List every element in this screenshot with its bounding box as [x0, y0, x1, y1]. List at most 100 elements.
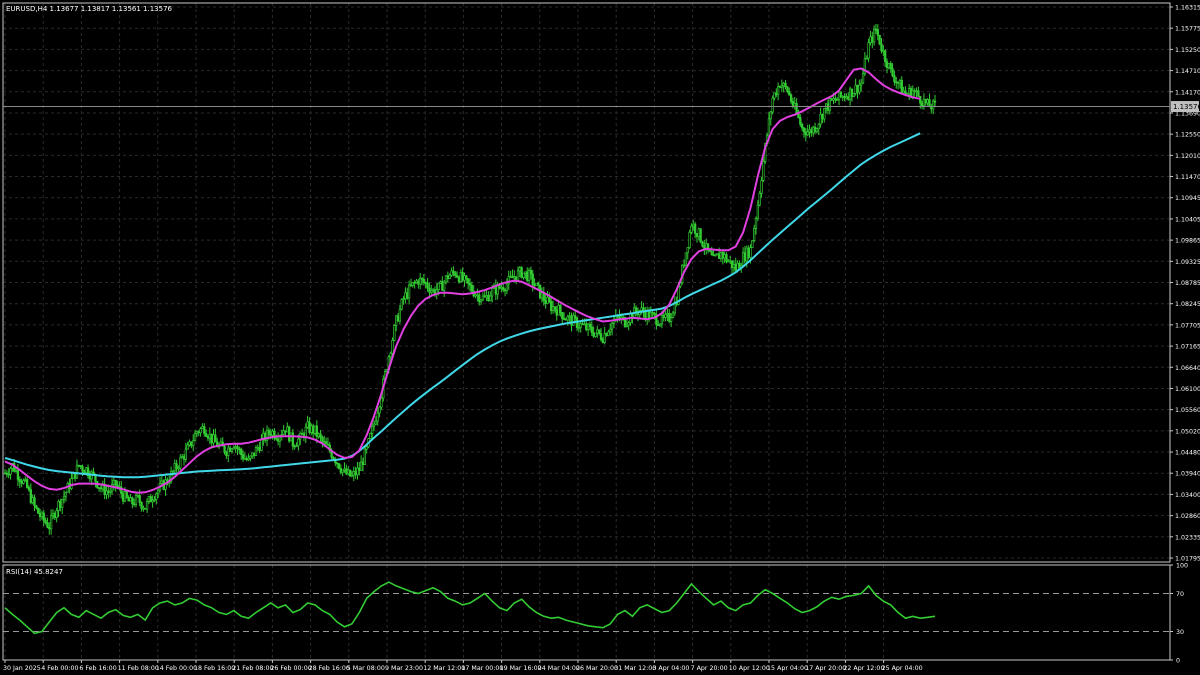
candle-body — [505, 283, 509, 291]
candle-body — [590, 326, 593, 333]
candle-body — [55, 510, 58, 518]
candle-body — [666, 313, 669, 315]
candle-body — [75, 464, 79, 479]
candle-body — [369, 433, 372, 439]
candle-body — [575, 317, 579, 329]
candle-body — [42, 512, 45, 521]
candle-body — [251, 452, 254, 457]
candle-body — [736, 262, 739, 271]
price-tick-label: 1.09325 — [1175, 259, 1200, 266]
candle-body — [51, 513, 55, 516]
candle-body — [511, 275, 514, 279]
candle-body — [70, 478, 73, 489]
candle-body — [352, 471, 355, 476]
candle-body — [544, 300, 547, 304]
candle-body — [788, 91, 791, 96]
candle-body — [38, 513, 42, 518]
candle-body — [509, 275, 512, 278]
candle-body — [889, 63, 892, 69]
candle-body — [452, 270, 455, 274]
candle-body — [271, 430, 274, 436]
candle-body — [62, 495, 66, 500]
candle-body — [747, 247, 750, 258]
candle-body — [773, 92, 776, 99]
candle-body — [850, 88, 854, 98]
candle-body — [572, 315, 575, 326]
candle-body — [227, 447, 230, 456]
candle-body — [555, 309, 558, 316]
candle-body — [123, 491, 127, 502]
candle-body — [717, 253, 721, 259]
candle-body — [249, 455, 252, 459]
candle-body — [880, 43, 883, 52]
candle-body — [917, 90, 920, 97]
price-tick-label: 1.12550 — [1175, 132, 1200, 139]
candle-body — [225, 452, 228, 456]
candle-body — [192, 440, 195, 447]
candle-body — [594, 332, 597, 337]
price-tick-label: 1.09865 — [1175, 238, 1200, 245]
candle-body — [924, 98, 927, 104]
candle-body — [819, 114, 822, 125]
candle-body — [865, 57, 868, 60]
candle-body — [455, 275, 459, 278]
candle-body — [125, 491, 128, 498]
candle-body — [133, 503, 136, 506]
candle-body — [9, 468, 12, 475]
candle-body — [876, 29, 879, 36]
candle-body — [754, 217, 758, 229]
candle-body — [693, 223, 697, 234]
candle-body — [887, 63, 891, 68]
candle-body — [363, 448, 366, 465]
candle-body — [522, 272, 525, 278]
candle-body — [546, 297, 549, 304]
candle-body — [627, 322, 630, 326]
candle-body — [210, 433, 213, 444]
candle-body — [777, 86, 780, 96]
candle-body — [478, 294, 481, 303]
candle-body — [585, 323, 588, 330]
time-tick-label: 24 Mar 04:00 — [538, 665, 580, 672]
candle-body — [490, 287, 494, 297]
candle-body — [882, 50, 885, 52]
candle-body — [607, 331, 610, 337]
candle-body — [29, 489, 32, 504]
candle-body — [559, 304, 562, 313]
candle-body — [252, 452, 256, 457]
candle-body — [513, 276, 516, 279]
candle-body — [769, 111, 772, 120]
time-tick-label: 18 Feb 16:00 — [194, 665, 235, 672]
time-tick-label: 25 Apr 04:00 — [882, 665, 923, 672]
candle-body — [404, 292, 407, 300]
candle-body — [64, 491, 68, 497]
time-tick-label: 6 Feb 16:00 — [79, 665, 116, 672]
candle-body — [37, 507, 40, 514]
time-tick-label: 10 Apr 12:00 — [729, 665, 770, 672]
candle-body — [908, 88, 911, 95]
candle-body — [175, 463, 178, 469]
time-tick-label: 9 Mar 23:00 — [385, 665, 423, 672]
candle-body — [658, 323, 662, 326]
candle-body — [712, 254, 715, 257]
candle-body — [762, 161, 765, 181]
candle-body — [371, 425, 374, 434]
price-tick-label: 1.08245 — [1175, 301, 1200, 308]
candle-body — [27, 487, 31, 490]
candle-body — [845, 96, 848, 99]
candle-body — [312, 425, 315, 434]
candle-body — [710, 251, 713, 256]
candle-body — [428, 287, 431, 293]
candle-body — [503, 289, 507, 292]
candle-body — [660, 315, 664, 325]
candle-body — [295, 445, 298, 448]
candle-body — [583, 323, 586, 326]
candle-body — [365, 446, 368, 450]
candle-body — [332, 457, 335, 460]
candle-body — [212, 434, 215, 444]
candle-body — [810, 129, 813, 134]
price-tick-label: 1.02335 — [1175, 534, 1200, 541]
candle-body — [267, 429, 271, 435]
candle-body — [481, 295, 485, 301]
price-tick-label: 1.02860 — [1175, 513, 1200, 520]
candle-body — [690, 225, 693, 233]
